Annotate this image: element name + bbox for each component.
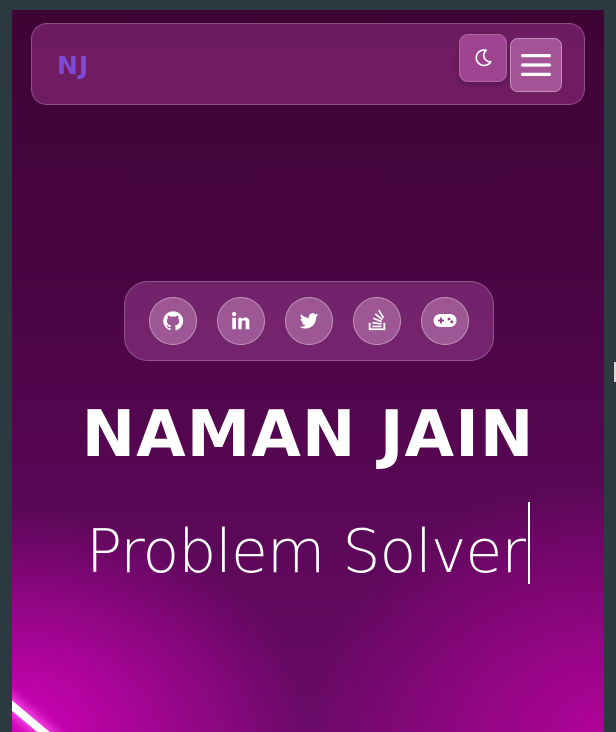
github-button[interactable] [149,297,197,345]
logo[interactable]: NJ [57,51,89,80]
hero-role: Problem Solver [86,517,526,587]
twitter-button[interactable] [285,297,333,345]
neon-glow-line [12,685,56,732]
gamepad-button[interactable] [421,297,469,345]
typing-cursor [527,502,530,584]
hero-role-line: Problem Solver [12,502,604,587]
menu-button[interactable] [510,38,562,92]
stackoverflow-button[interactable] [353,297,401,345]
theme-toggle-button[interactable] [459,34,507,82]
gamepad-icon [433,314,457,327]
social-links-bar [124,281,494,361]
stackoverflow-icon [368,309,386,331]
hero-name: NAMAN JAIN [81,398,535,472]
navbar: NJ [31,23,585,105]
twitter-icon [299,313,319,329]
moon-icon [475,49,492,67]
page-viewport: NJ NAMAN JAIN Problem Solver [12,10,604,732]
hamburger-icon [521,54,551,76]
linkedin-icon [232,312,250,330]
linkedin-button[interactable] [217,297,265,345]
github-icon [163,311,184,331]
